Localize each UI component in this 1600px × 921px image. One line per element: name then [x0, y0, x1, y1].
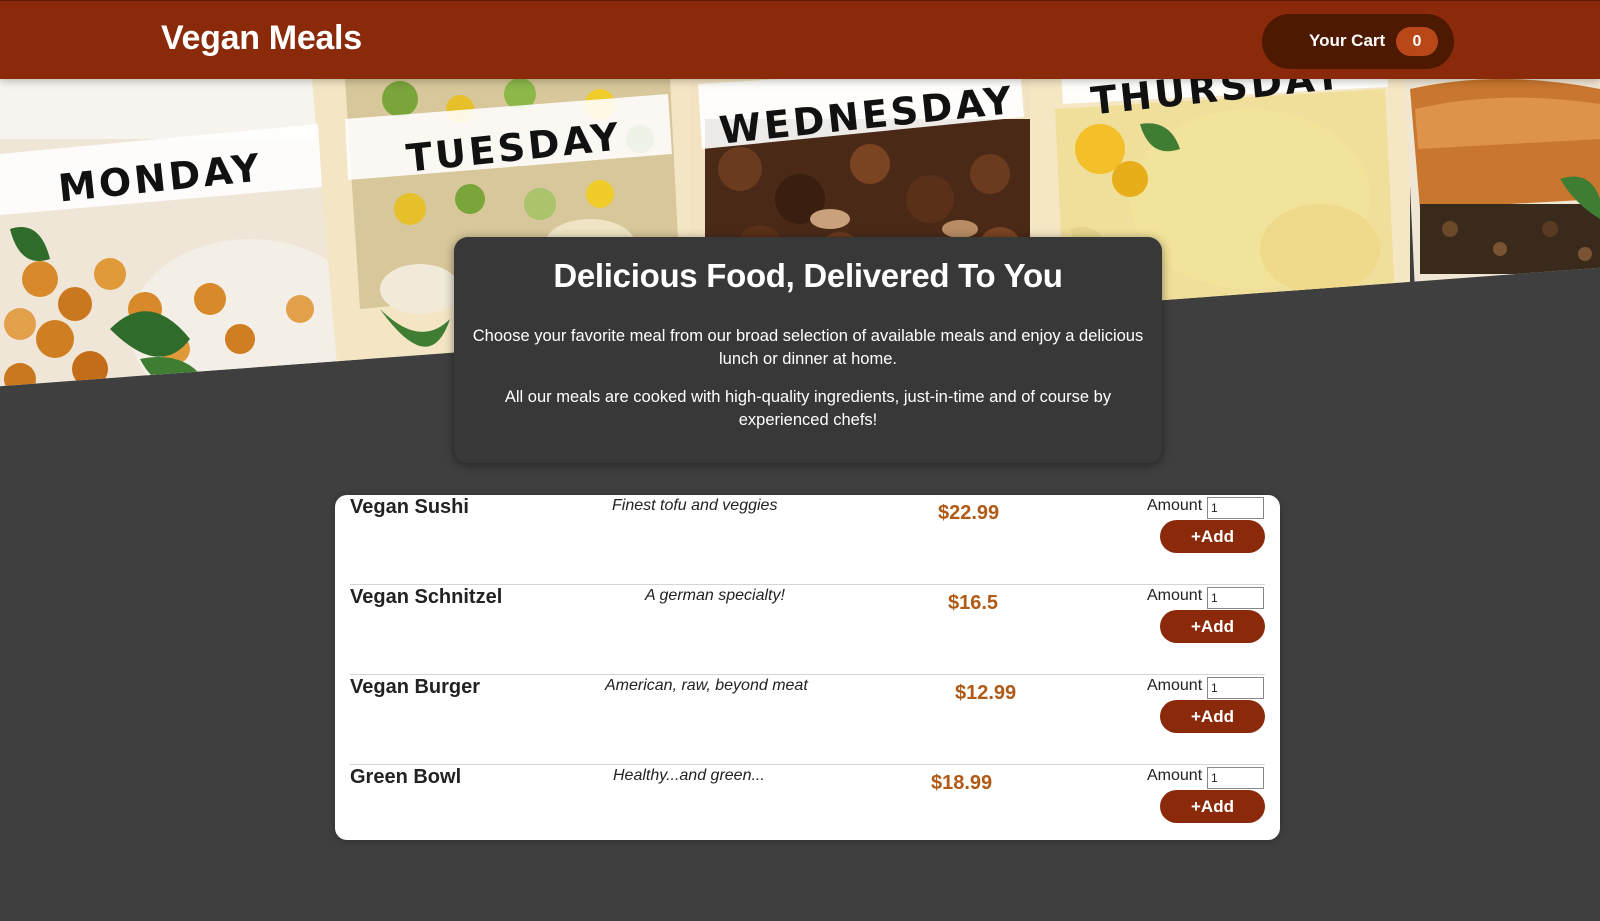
amount-label: Amount: [1147, 587, 1203, 604]
meal-description: Finest tofu and veggies: [612, 497, 778, 514]
amount-label: Amount: [1147, 677, 1203, 694]
amount-input[interactable]: [1207, 677, 1264, 699]
meal-name: Vegan Sushi: [350, 496, 469, 518]
add-button[interactable]: +Add: [1160, 700, 1265, 733]
amount-input[interactable]: [1207, 587, 1264, 609]
meals-list: Vegan Sushi Finest tofu and veggies $22.…: [335, 495, 1280, 840]
meal-item: Vegan Sushi Finest tofu and veggies $22.…: [350, 495, 1265, 585]
meal-description: A german specialty!: [645, 587, 785, 604]
meal-price: $12.99: [955, 682, 1017, 704]
add-button[interactable]: +Add: [1160, 790, 1265, 823]
meal-item: Green Bowl Healthy...and green... $18.99…: [350, 765, 1265, 855]
meal-name: Green Bowl: [350, 766, 462, 788]
add-button[interactable]: +Add: [1160, 520, 1265, 553]
summary-paragraph-2: All our meals are cooked with high-quali…: [504, 388, 1112, 429]
amount-input[interactable]: [1207, 497, 1264, 519]
cart-button[interactable]: Your Cart 0: [1262, 14, 1454, 69]
meal-item: Vegan Schnitzel A german specialty! $16.…: [350, 585, 1265, 675]
summary-title: Delicious Food, Delivered To You: [553, 257, 1063, 294]
brand-title: Vegan Meals: [161, 19, 362, 57]
summary-paragraph-1: Choose your favorite meal from our broad…: [472, 327, 1144, 368]
burger-panel: [1405, 79, 1600, 387]
cart-count-badge: 0: [1396, 27, 1438, 56]
meal-item: Vegan Burger American, raw, beyond meat …: [350, 675, 1265, 765]
amount-label: Amount: [1147, 497, 1203, 514]
add-button[interactable]: +Add: [1160, 610, 1265, 643]
cart-label: Your Cart: [1309, 31, 1386, 50]
meal-description: Healthy...and green...: [613, 767, 765, 784]
summary-card: Delicious Food, Delivered To You Choose …: [454, 237, 1162, 463]
amount-label: Amount: [1147, 767, 1203, 784]
meal-name: Vegan Burger: [350, 676, 481, 698]
meal-price: $16.5: [948, 592, 999, 614]
app-header: Vegan Meals Your Cart 0: [0, 0, 1600, 79]
amount-input[interactable]: [1207, 767, 1264, 789]
meal-description: American, raw, beyond meat: [605, 677, 808, 694]
meal-name: Vegan Schnitzel: [350, 586, 503, 608]
meal-price: $18.99: [931, 772, 993, 794]
meal-price: $22.99: [938, 502, 1000, 524]
